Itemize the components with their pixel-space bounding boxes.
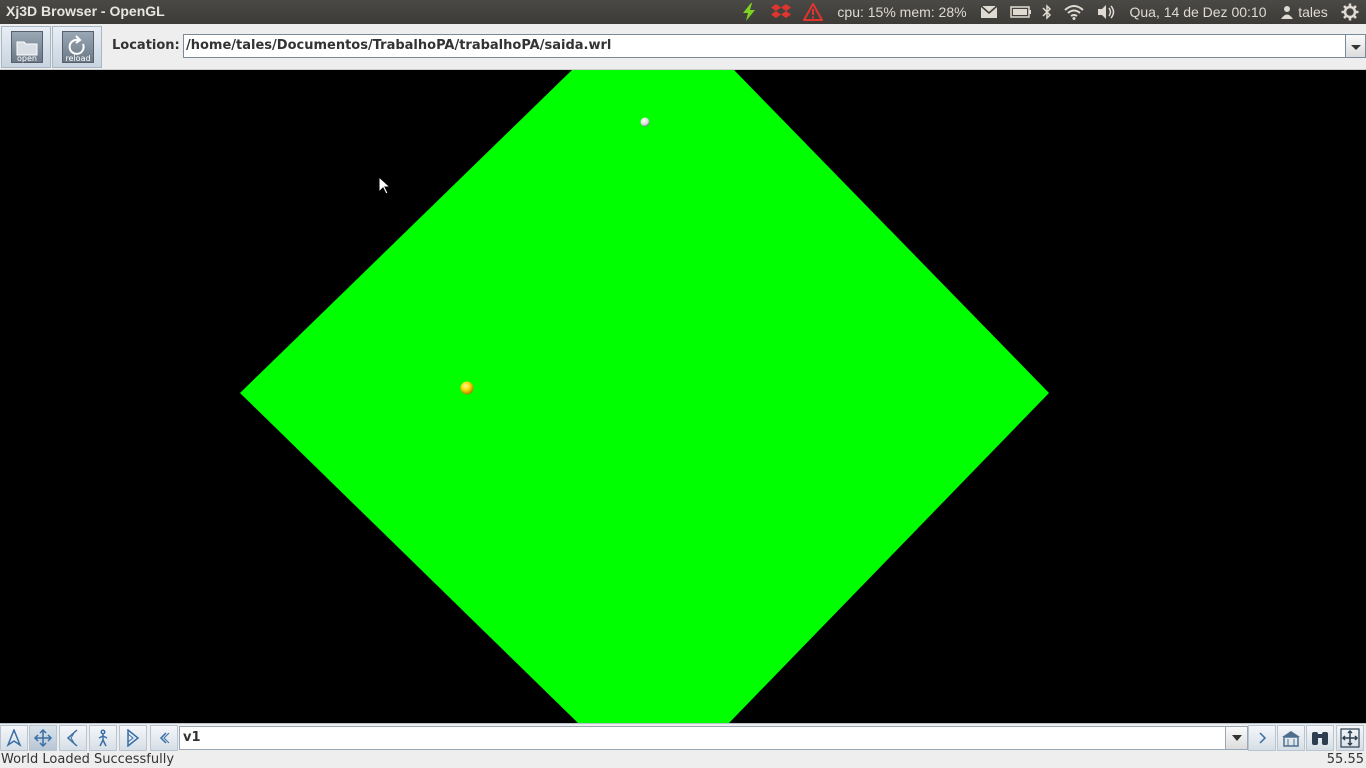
user-name: tales xyxy=(1298,4,1328,20)
warning-icon[interactable] xyxy=(802,0,824,24)
battery-icon[interactable] xyxy=(1008,0,1034,24)
datetime-indicator[interactable]: Qua, 14 de Dez 00:10 xyxy=(1126,0,1270,24)
datetime-text: Qua, 14 de Dez 00:10 xyxy=(1129,4,1267,20)
fit-view-button[interactable] xyxy=(1336,725,1364,751)
next-viewpoint-button[interactable] xyxy=(1248,725,1276,751)
lookat-button[interactable] xyxy=(1306,725,1334,751)
home-viewpoint-icon xyxy=(1282,731,1300,747)
3d-viewport[interactable] xyxy=(0,70,1366,723)
status-message: World Loaded Successfully xyxy=(1,752,175,767)
reload-button-label: reload xyxy=(65,54,91,63)
mail-icon[interactable] xyxy=(978,0,1000,24)
user-icon xyxy=(1281,6,1294,19)
fit-view-icon xyxy=(1340,728,1360,748)
examine-button[interactable] xyxy=(119,725,147,751)
browser-toolbar: open reload Location: /home/tales/Docume… xyxy=(0,24,1366,70)
pan-button[interactable] xyxy=(29,725,57,751)
fly-icon xyxy=(6,729,22,747)
cpu-mem-text: cpu: 15% mem: 28% xyxy=(837,4,967,20)
location-label: Location: xyxy=(112,38,180,53)
fps-counter: 55.55 xyxy=(1326,752,1364,767)
lookat-icon xyxy=(1312,732,1328,745)
walk-button[interactable] xyxy=(89,725,117,751)
cpu-mem-indicator[interactable]: cpu: 15% mem: 28% xyxy=(832,0,972,24)
viewpoint-select[interactable]: v1 xyxy=(179,726,1226,750)
wifi-icon[interactable] xyxy=(1062,0,1086,24)
volume-icon[interactable] xyxy=(1094,0,1118,24)
chevron-down-icon xyxy=(1351,45,1361,50)
tilt-button[interactable] xyxy=(59,725,87,751)
white-sphere[interactable] xyxy=(640,117,650,127)
next-viewpoint-icon xyxy=(1259,732,1267,744)
previous-viewpoint-button[interactable] xyxy=(150,725,178,751)
navigation-toolbar: v1 xyxy=(0,723,1366,751)
bluetooth-icon[interactable] xyxy=(1038,0,1056,24)
location-dropdown-button[interactable] xyxy=(1346,34,1366,58)
fly-button[interactable] xyxy=(0,725,28,751)
yellow-sphere[interactable] xyxy=(460,381,474,395)
location-input[interactable]: /home/tales/Documentos/TrabalhoPA/trabal… xyxy=(183,34,1346,58)
green-floor-plane xyxy=(240,70,1049,723)
top-system-panel: Xj3D Browser - OpenGL cpu: 15% mem: 28% … xyxy=(0,0,1366,24)
settings-gear-icon[interactable] xyxy=(1338,0,1362,24)
pan-icon xyxy=(33,728,53,748)
mouse-cursor-icon xyxy=(378,175,392,195)
power-icon[interactable] xyxy=(738,0,760,24)
open-button[interactable]: open xyxy=(1,26,51,68)
dropbox-icon[interactable] xyxy=(770,0,792,24)
user-menu[interactable]: tales xyxy=(1276,0,1332,24)
viewpoint-dropdown-icon xyxy=(1231,735,1242,741)
walk-icon xyxy=(98,729,108,747)
home-viewpoint-button[interactable] xyxy=(1277,725,1305,751)
window-title: Xj3D Browser - OpenGL xyxy=(6,3,165,19)
tilt-icon xyxy=(66,729,78,747)
examine-icon xyxy=(127,729,140,747)
status-bar: World Loaded Successfully 55.55 xyxy=(0,751,1366,768)
reload-button[interactable]: reload xyxy=(52,26,102,68)
previous-viewpoint-icon xyxy=(159,732,170,744)
open-button-label: open xyxy=(17,54,37,63)
scene-canvas[interactable] xyxy=(0,70,1366,723)
viewpoint-dropdown-button[interactable] xyxy=(1226,726,1248,750)
